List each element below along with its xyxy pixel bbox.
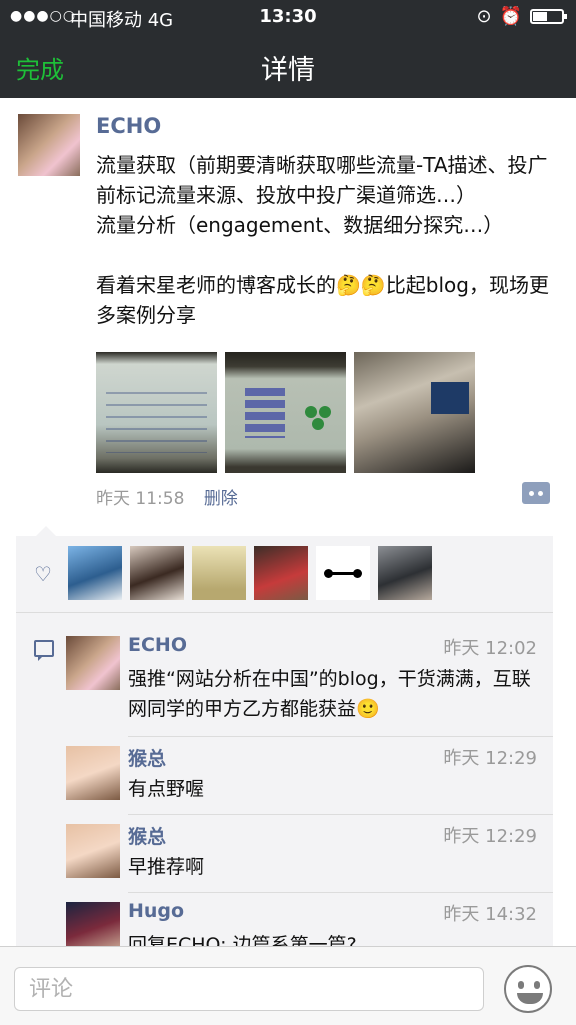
post-photo[interactable] xyxy=(354,352,475,473)
comment-text: 有点野喔 xyxy=(128,778,205,800)
post-photo[interactable] xyxy=(96,352,217,473)
comment-time: 昨天 12:29 xyxy=(443,826,537,847)
comment-text: 强推“网站分析在中国”的blog，干货满满，互联网同学的甲方乙方都能获益🙂 xyxy=(128,668,531,720)
post-text: 流量获取（前期要清晰获取哪些流量-TA描述、投广前标记流量来源、投放中投广渠道筛… xyxy=(96,150,561,330)
liker-avatar[interactable] xyxy=(192,546,246,600)
comment-item[interactable]: 猴总 昨天 12:29 早推荐啊 xyxy=(66,824,553,884)
comment-item[interactable]: ECHO 昨天 12:02 强推“网站分析在中国”的blog，干货满满，互联网同… xyxy=(66,634,553,724)
delete-button[interactable]: 删除 xyxy=(204,489,238,509)
post-line xyxy=(96,240,561,270)
author-name[interactable]: ECHO xyxy=(96,114,161,138)
liker-avatar[interactable] xyxy=(378,546,432,600)
commenter-name[interactable]: Hugo xyxy=(128,900,184,922)
commenter-name[interactable]: 猴总 xyxy=(128,744,166,771)
panel-caret xyxy=(36,526,56,536)
comment-text: 早推荐啊 xyxy=(128,856,205,878)
photo-grid xyxy=(96,352,475,473)
comment-divider xyxy=(128,814,553,815)
liker-avatar[interactable] xyxy=(130,546,184,600)
heart-icon: ♡ xyxy=(34,562,52,586)
status-icons: ⊙ ⏰ xyxy=(476,6,567,27)
comment-time: 昨天 12:29 xyxy=(443,748,537,769)
commenter-avatar[interactable] xyxy=(66,746,120,800)
likes-row: ♡ xyxy=(16,536,553,613)
commenter-name[interactable]: ECHO xyxy=(128,634,187,656)
status-bar: ●●●○○ 中国移动 4G 13:30 ⊙ ⏰ xyxy=(0,0,576,34)
alarm-icon: ⏰ xyxy=(499,6,522,27)
battery-icon xyxy=(530,9,567,24)
post-line: 流量获取（前期要清晰获取哪些流量-TA描述、投广前标记流量来源、投放中投广渠道筛… xyxy=(96,153,548,207)
navigation-bar: 完成 详情 xyxy=(0,34,576,98)
post-line: 看着宋星老师的博客成长的🤔🤔比起blog，现场更多案例分享 xyxy=(96,273,549,327)
post-meta: 昨天 11:58 删除 xyxy=(96,484,238,509)
comment-input-bar xyxy=(0,946,576,1025)
comment-item[interactable]: 猴总 昨天 12:29 有点野喔 xyxy=(66,746,553,806)
comment-divider xyxy=(128,892,553,893)
post-time: 昨天 11:58 xyxy=(96,489,185,509)
comment-time: 昨天 12:02 xyxy=(443,638,537,659)
comment-like-menu-icon[interactable] xyxy=(522,482,550,504)
comment-time: 昨天 14:32 xyxy=(443,904,537,925)
emoji-icon[interactable] xyxy=(504,965,552,1013)
commenter-avatar[interactable] xyxy=(66,636,120,690)
liker-avatar[interactable] xyxy=(316,546,370,600)
comment-input[interactable] xyxy=(14,967,484,1011)
comment-item[interactable]: Hugo 昨天 14:32 回复ECHO: 边篇系第一篇? xyxy=(66,900,553,956)
liker-avatar[interactable] xyxy=(254,546,308,600)
post-photo[interactable] xyxy=(225,352,346,473)
liker-avatar[interactable] xyxy=(68,546,122,600)
comment-icon xyxy=(34,640,54,661)
post-line: 流量分析（engagement、数据细分探究…） xyxy=(96,213,504,237)
rotation-lock-icon: ⊙ xyxy=(476,6,492,27)
commenter-avatar[interactable] xyxy=(66,824,120,878)
comment-divider xyxy=(128,736,553,737)
page-title: 详情 xyxy=(261,55,315,86)
commenter-name[interactable]: 猴总 xyxy=(128,822,166,849)
interactions-panel: ♡ ECHO 昨天 12:02 强推“网站分析在中国”的blog，干货满满，互联… xyxy=(16,526,553,956)
author-avatar[interactable] xyxy=(18,114,80,176)
